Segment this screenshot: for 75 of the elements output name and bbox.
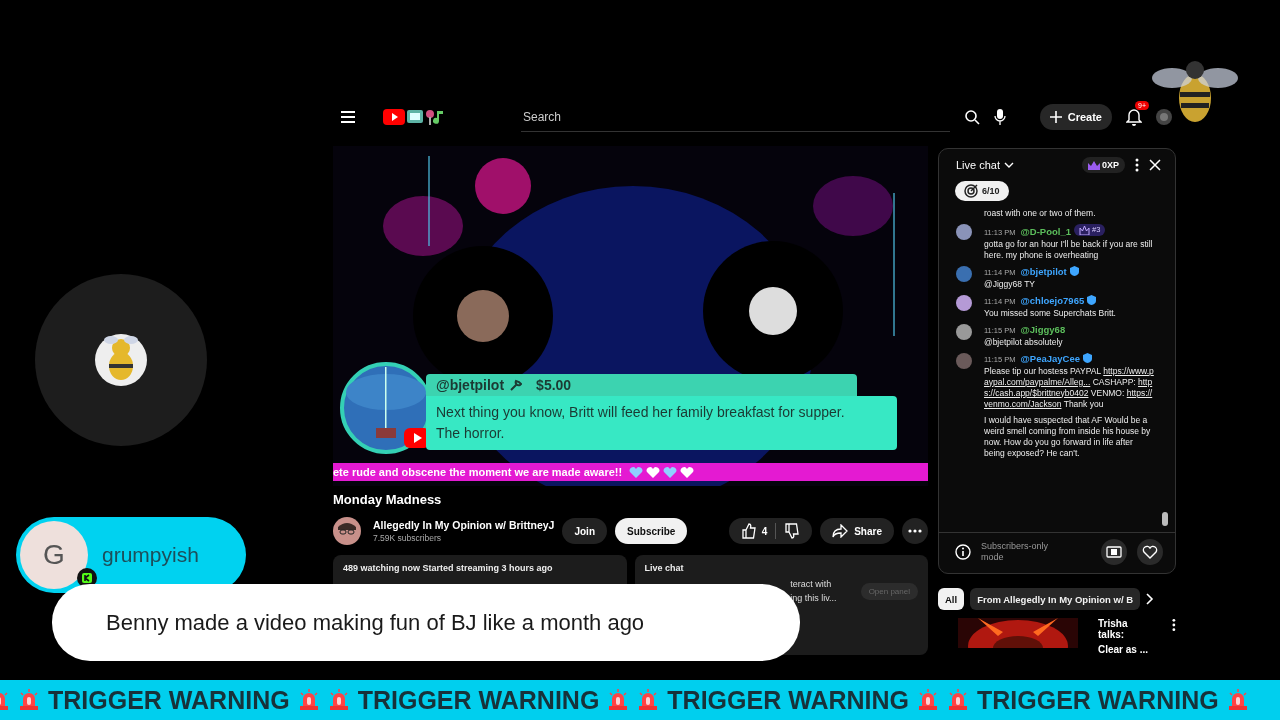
- search-field[interactable]: Search: [521, 102, 950, 132]
- plus-icon[interactable]: [1049, 111, 1062, 123]
- user-avatar-icon: [956, 294, 972, 311]
- channel-name[interactable]: Allegedly In My Opinion w/ BrittneyJ: [373, 519, 555, 531]
- stream-stats: 489 watching now Started streaming 3 hours ago: [343, 563, 554, 573]
- channel-avatar-icon[interactable]: [333, 517, 361, 545]
- avatar-initial: G: [43, 539, 65, 571]
- author-name[interactable]: @PeaJayCee: [1020, 352, 1080, 364]
- more-vertical-icon[interactable]: [1172, 618, 1176, 632]
- warning-text: TRIGGER WARNING: [48, 685, 290, 715]
- author-name[interactable]: @chloejo7965: [1020, 294, 1085, 306]
- user-avatar-icon: [956, 352, 972, 369]
- profile-avatar-icon[interactable]: [1156, 109, 1172, 125]
- dislike-icon[interactable]: [784, 523, 801, 539]
- message-text: @Jiggy68 TY: [984, 278, 1036, 290]
- filter-chip[interactable]: All: [938, 588, 965, 610]
- dollar-bill-icon[interactable]: [1106, 546, 1122, 558]
- share-icon[interactable]: [832, 524, 849, 538]
- info-icon[interactable]: [955, 544, 971, 560]
- target-icon: [964, 184, 978, 198]
- user-avatar-icon: [956, 224, 972, 240]
- user-avatar-icon: [956, 265, 972, 282]
- siren-icon: [917, 689, 939, 711]
- message-text: gotta go for an hour I'll be back if you are still here. my phone is overheating: [984, 238, 1154, 261]
- more-icon[interactable]: [908, 529, 922, 533]
- message-text: You missed some Superchats Britt.: [984, 307, 1117, 319]
- siren-icon: [637, 689, 660, 711]
- scrollbar-thumb[interactable]: [1162, 512, 1168, 526]
- message-text: Please tip our hostess PAYPAL https://www.paypal.com/paypalme/Alleg... CASHAPP: https://cash.app/$brittneyb0402 VENMO: https://venmo.com/Jackson Thank you: [984, 365, 1155, 410]
- message-text: @bjetpilot absolutely: [984, 336, 1064, 348]
- siren-icon: [1226, 689, 1249, 711]
- super-chat-button[interactable]: [1101, 539, 1127, 565]
- siren-icon: [327, 689, 350, 711]
- author-name[interactable]: @D-Pool_1: [1020, 225, 1071, 237]
- menu-icon[interactable]: [341, 110, 357, 124]
- search-icon[interactable]: [963, 109, 980, 125]
- like-chat-button[interactable]: [1137, 539, 1163, 565]
- caret-icon[interactable]: [1004, 162, 1015, 168]
- xp-badge: 0XP: [1082, 157, 1125, 173]
- card-title: Live chat: [644, 563, 685, 573]
- join-button[interactable]: Join: [562, 518, 607, 544]
- create-button[interactable]: Create: [1039, 104, 1112, 130]
- more-vertical-icon[interactable]: [1135, 158, 1139, 172]
- card-text: teract with: [790, 579, 832, 589]
- chevron-right-icon[interactable]: [1146, 593, 1155, 605]
- message-text: roast with one or two of them.: [984, 208, 1097, 219]
- chat-mode-text: Subscribers-only mode: [981, 541, 1050, 563]
- subscribe-button[interactable]: Subscribe: [615, 518, 688, 544]
- video-title[interactable]: Clear as ...: [1098, 644, 1153, 655]
- commenter-name: grumpyish: [102, 543, 199, 567]
- warning-text: TRIGGER WARNING: [667, 685, 909, 715]
- close-icon[interactable]: [1149, 159, 1161, 171]
- warning-text: TRIGGER WARNING: [357, 685, 600, 715]
- user-avatar-icon: [956, 323, 972, 340]
- goal-count-badge: 6/10: [955, 181, 1009, 201]
- siren-icon: [18, 689, 40, 711]
- chat-mode-dropdown[interactable]: Live chat: [956, 159, 1015, 171]
- author-name[interactable]: @Jiggy68: [1020, 323, 1066, 335]
- share-button[interactable]: Share: [820, 518, 894, 544]
- bell-icon[interactable]: [1126, 108, 1142, 126]
- video-title: Monday Madness: [333, 492, 443, 507]
- microphone-icon[interactable]: [993, 109, 1006, 125]
- more-button[interactable]: [902, 518, 928, 544]
- thumbs-up-icon[interactable]: [740, 523, 757, 539]
- filter-chip[interactable]: From Allegedly In My Opinion w/ B: [970, 588, 1141, 610]
- subscriber-count: 7.59K subscribers: [373, 533, 443, 543]
- heart-icon[interactable]: [1142, 545, 1158, 559]
- siren-icon: [607, 689, 630, 711]
- message-text: I would have suspected that AF Would be a weird smell coming from inside his house by now. How do you go forward in life after being exposed? He can't.: [984, 414, 1152, 459]
- siren-icon: [947, 689, 969, 711]
- comment-text: Benny made a video making fun of BJ like a month ago: [106, 609, 645, 636]
- video-title[interactable]: Trisha talks:: [1098, 618, 1153, 640]
- warning-text: TRIGGER WARNING: [977, 685, 1219, 715]
- author-name[interactable]: @bjetpilot: [1020, 265, 1067, 277]
- siren-icon: [297, 689, 320, 711]
